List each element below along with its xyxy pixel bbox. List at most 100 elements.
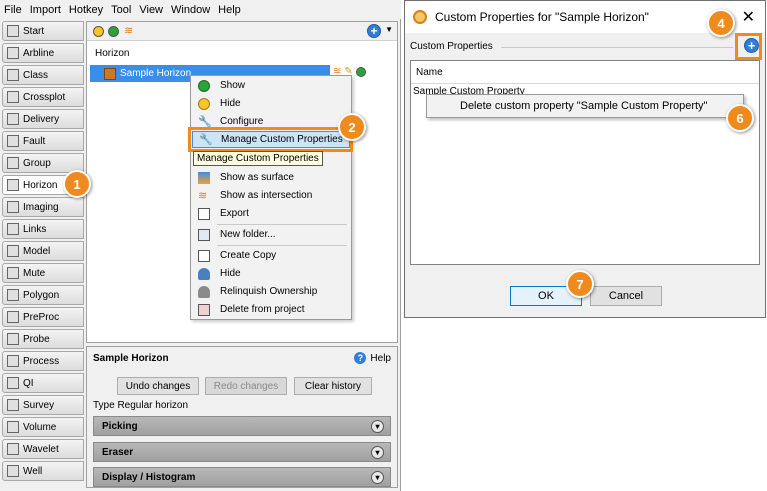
horizon-item-icon xyxy=(104,67,116,80)
tab-preproc[interactable]: PreProc xyxy=(2,307,84,327)
highlight-box xyxy=(188,127,353,152)
undo-changes-button[interactable]: Undo changes xyxy=(117,377,199,395)
menu-item-show[interactable]: Show xyxy=(192,77,350,94)
wavelet-icon xyxy=(7,443,19,455)
tab-class[interactable]: Class xyxy=(2,65,84,85)
tooltip: Manage Custom Properties xyxy=(193,151,323,166)
type-text: Type Regular horizon xyxy=(93,400,189,411)
tab-label: Delivery xyxy=(23,113,60,125)
clear-history-button[interactable]: Clear history xyxy=(294,377,372,395)
menu-help[interactable]: Help xyxy=(218,4,241,16)
menubar: File Import Hotkey Tool View Window Help xyxy=(0,0,401,19)
menu-item-show-as-surface[interactable]: Show as surface xyxy=(192,169,350,186)
menu-item-export[interactable]: Export xyxy=(192,205,350,222)
cancel-button[interactable]: Cancel xyxy=(590,286,662,306)
tab-crossplot[interactable]: Crossplot xyxy=(2,87,84,107)
tree-column-header: Horizon xyxy=(95,48,130,59)
group-label: Custom Properties xyxy=(410,41,497,52)
delivery-icon xyxy=(7,113,19,125)
tab-label: QI xyxy=(23,377,34,389)
menu-tool[interactable]: Tool xyxy=(111,4,131,16)
tab-wavelet[interactable]: Wavelet xyxy=(2,439,84,459)
menu-item-new-folder[interactable]: New folder... xyxy=(192,226,350,243)
expand-icon[interactable]: ▾ xyxy=(371,471,384,484)
surface-layers-icon[interactable]: ≋ xyxy=(124,24,133,37)
crossplot-icon xyxy=(7,91,19,103)
properties-panel: Sample Horizon ? Help Undo changes Redo … xyxy=(86,346,398,488)
section-display-histogram[interactable]: Display / Histogram ▾ xyxy=(93,467,391,487)
menu-item-hide[interactable]: Hide xyxy=(192,95,350,112)
menu-item-create-copy[interactable]: Create Copy xyxy=(192,247,350,264)
tab-label: PreProc xyxy=(23,311,60,323)
tab-polygon[interactable]: Polygon xyxy=(2,285,84,305)
tab-imaging[interactable]: Imaging xyxy=(2,197,84,217)
tab-arbline[interactable]: Arbline xyxy=(2,43,84,63)
delete-custom-property-menu-item[interactable]: Delete custom property "Sample Custom Pr… xyxy=(426,94,744,118)
menu-file[interactable]: File xyxy=(4,4,22,16)
tab-label: Group xyxy=(23,157,51,169)
menu-hotkey[interactable]: Hotkey xyxy=(69,4,103,16)
step-callout-4: 4 xyxy=(707,9,735,37)
tab-start[interactable]: Start xyxy=(2,21,84,41)
green-dot-icon xyxy=(198,79,210,92)
menu-item-relinquish-ownership[interactable]: Relinquish Ownership xyxy=(192,283,350,300)
add-icon[interactable]: + xyxy=(367,24,381,38)
tree-item-label: Sample Horizon xyxy=(120,68,192,79)
menu-view[interactable]: View xyxy=(139,4,163,16)
expand-icon[interactable]: ▾ xyxy=(371,420,384,433)
tab-label: Probe xyxy=(23,333,50,345)
tab-volume[interactable]: Volume xyxy=(2,417,84,437)
qi-icon xyxy=(7,377,19,389)
surface-icon xyxy=(198,171,210,184)
chevron-down-icon[interactable]: ▼ xyxy=(385,25,393,34)
tab-qi[interactable]: QI xyxy=(2,373,84,393)
redo-changes-button[interactable]: Redo changes xyxy=(205,377,287,395)
user-icon xyxy=(198,285,210,298)
section-eraser[interactable]: Eraser ▾ xyxy=(93,442,391,462)
probe-icon xyxy=(7,333,19,345)
menu-separator xyxy=(217,224,347,225)
step-callout-2: 2 xyxy=(338,113,366,141)
menu-item-hide-user[interactable]: Hide xyxy=(192,265,350,282)
polygon-icon xyxy=(7,289,19,301)
menu-import[interactable]: Import xyxy=(30,4,61,16)
panel-title: Sample Horizon xyxy=(93,353,169,364)
tab-label: Class xyxy=(23,69,49,81)
expand-icon[interactable]: ▾ xyxy=(371,446,384,459)
tab-links[interactable]: Links xyxy=(2,219,84,239)
section-label: Display / Histogram xyxy=(102,471,196,483)
tab-well[interactable]: Well xyxy=(2,461,84,481)
help-button[interactable]: ? Help xyxy=(354,352,391,364)
tab-mute[interactable]: Mute xyxy=(2,263,84,283)
menu-window[interactable]: Window xyxy=(171,4,210,16)
tab-survey[interactable]: Survey xyxy=(2,395,84,415)
menu-item-label: Relinquish Ownership xyxy=(220,286,318,297)
tab-label: Process xyxy=(23,355,60,367)
yellow-dot-icon[interactable] xyxy=(93,26,104,37)
header-divider xyxy=(411,83,759,84)
tab-model[interactable]: Model xyxy=(2,241,84,261)
menu-item-label: Create Copy xyxy=(220,250,277,261)
yellow-dot-icon xyxy=(198,97,210,110)
menu-item-label: Export xyxy=(220,208,249,219)
links-icon xyxy=(7,223,19,235)
tab-label: Horizon xyxy=(23,179,58,191)
export-icon xyxy=(198,207,210,220)
panel-toolbar: ≋ + ▼ xyxy=(87,22,397,41)
tab-process[interactable]: Process xyxy=(2,351,84,371)
copy-icon xyxy=(198,249,210,262)
menu-item-show-as-intersection[interactable]: ≋ Show as intersection xyxy=(192,187,350,204)
intersection-icon: ≋ xyxy=(198,189,208,202)
tab-fault[interactable]: Fault xyxy=(2,131,84,151)
step-callout-1: 1 xyxy=(63,170,91,198)
tab-delivery[interactable]: Delivery xyxy=(2,109,84,129)
tab-label: Fault xyxy=(23,135,46,147)
visible-dot-icon[interactable] xyxy=(355,66,366,77)
green-dot-icon[interactable] xyxy=(108,26,119,37)
close-icon[interactable]: ✕ xyxy=(742,7,755,27)
tab-label: Arbline xyxy=(23,47,55,59)
menu-item-label: Show xyxy=(220,80,246,91)
menu-item-delete-from-project[interactable]: Delete from project xyxy=(192,301,350,318)
tab-probe[interactable]: Probe xyxy=(2,329,84,349)
section-picking[interactable]: Picking ▾ xyxy=(93,416,391,436)
